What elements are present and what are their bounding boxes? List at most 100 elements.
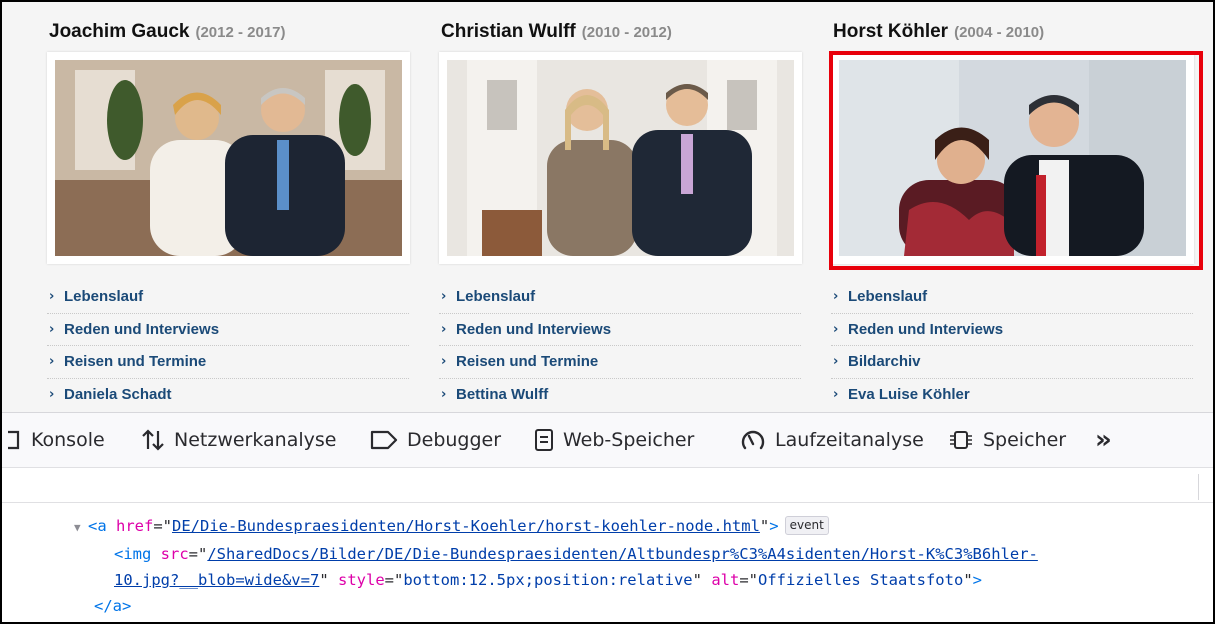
attr-name: alt <box>711 571 740 589</box>
tag-open: <a <box>88 517 107 535</box>
link-label[interactable]: Bettina Wulff <box>456 386 548 403</box>
president-name[interactable]: Christian Wulff <box>441 21 576 42</box>
president-heading: Joachim Gauck (2012 - 2017) <box>49 21 286 43</box>
chevron-right-icon: › <box>441 354 447 370</box>
markup-node-img-continued[interactable]: 10.jpg?__blob=wide&v=7" style="bottom:12… <box>2 567 1213 593</box>
president-links: › Lebenslauf › Reden und Interviews › Reise… <box>439 281 801 411</box>
link-label[interactable]: Reisen und Termine <box>456 353 598 370</box>
attr-value: bottom:12.5px;position:relative <box>403 571 693 589</box>
president-name[interactable]: Horst Köhler <box>833 21 948 42</box>
markup-node-a[interactable]: ▼ <a href="DE/Die-Bundespraesidenten/Hors… <box>2 513 1213 541</box>
screenshot-frame: Joachim Gauck (2012 - 2017) › Lebenslauf… <box>0 0 1215 624</box>
tab-performance[interactable]: Laufzeitanalyse <box>740 413 924 467</box>
president-years: (2012 - 2017) <box>195 24 286 41</box>
link-reden-und-interviews[interactable]: › Reden und Interviews <box>439 314 801 346</box>
double-chevron-right-icon: » <box>1095 425 1112 455</box>
official-photo[interactable] <box>55 60 402 256</box>
link-label[interactable]: Lebenslauf <box>64 288 143 305</box>
markup-node-img[interactable]: <img src="/SharedDocs/Bilder/DE/Die-Bund… <box>2 541 1213 567</box>
president-years: (2010 - 2012) <box>581 24 672 41</box>
official-photo[interactable] <box>447 60 794 256</box>
chevron-right-icon: › <box>833 289 839 305</box>
link-reden-und-interviews[interactable]: › Reden und Interviews <box>47 314 409 346</box>
tab-console[interactable]: Konsole <box>8 413 105 467</box>
chevron-right-icon: › <box>49 289 55 305</box>
chevron-right-icon: › <box>441 289 447 305</box>
attr-name: src <box>160 545 189 563</box>
link-lebenslauf[interactable]: › Lebenslauf <box>831 281 1193 314</box>
president-links: › Lebenslauf › Reden und Interviews › Bilda… <box>831 281 1193 411</box>
expand-triangle-icon[interactable]: ▼ <box>74 515 88 541</box>
tab-label: Speicher <box>983 429 1067 451</box>
chevron-right-icon: › <box>49 387 55 403</box>
attr-name: href <box>116 517 154 535</box>
console-icon <box>8 430 22 450</box>
attr-value-link[interactable]: 10.jpg?__blob=wide&v=7 <box>114 571 319 589</box>
link-label[interactable]: Daniela Schadt <box>64 386 172 403</box>
event-badge[interactable]: event <box>784 516 829 535</box>
link-label[interactable]: Eva Luise Köhler <box>848 386 970 403</box>
official-photo-image <box>447 60 794 256</box>
markup-node-a-close[interactable]: </a> <box>2 593 1213 619</box>
tab-label: Laufzeitanalyse <box>775 429 924 451</box>
chevron-right-icon: › <box>441 387 447 403</box>
link-label[interactable]: Reden und Interviews <box>848 321 1003 338</box>
link-lebenslauf[interactable]: › Lebenslauf <box>47 281 409 314</box>
tab-debugger[interactable]: Debugger <box>370 413 501 467</box>
chevron-right-icon: › <box>49 354 55 370</box>
official-photo-image <box>55 60 402 256</box>
storage-icon <box>534 428 554 452</box>
inspector-panel: ▼ <a href="DE/Die-Bundespraesidenten/Hors… <box>2 469 1213 622</box>
attr-name: style <box>338 571 385 589</box>
president-years: (2004 - 2010) <box>954 24 1045 41</box>
attr-value-link[interactable]: DE/Die-Bundespraesidenten/Horst-Koehler/… <box>172 517 760 535</box>
chevron-right-icon: › <box>833 387 839 403</box>
attr-value-link[interactable]: /SharedDocs/Bilder/DE/Die-Bundespraeside… <box>207 545 1038 563</box>
link-partner[interactable]: › Daniela Schadt <box>47 379 409 412</box>
link-partner[interactable]: › Bettina Wulff <box>439 379 801 412</box>
inspector-search-bar[interactable] <box>2 469 1213 503</box>
network-arrows-icon <box>141 428 165 452</box>
chevron-right-icon: › <box>833 321 839 337</box>
chevron-right-icon: › <box>49 321 55 337</box>
tab-label: Debugger <box>407 429 502 451</box>
link-label[interactable]: Reden und Interviews <box>64 321 219 338</box>
president-name[interactable]: Joachim Gauck <box>49 21 189 42</box>
president-heading: Horst Köhler (2004 - 2010) <box>833 21 1044 43</box>
president-links: › Lebenslauf › Reden und Interviews › Reise… <box>47 281 409 411</box>
chevron-right-icon: › <box>833 354 839 370</box>
web-page: Joachim Gauck (2012 - 2017) › Lebenslauf… <box>2 2 1213 412</box>
link-partner[interactable]: › Eva Luise Köhler <box>831 379 1193 412</box>
link-reden-und-interviews[interactable]: › Reden und Interviews <box>831 314 1193 346</box>
link-bildarchiv[interactable]: › Bildarchiv <box>831 346 1193 379</box>
debugger-icon <box>370 430 398 450</box>
markup-view: ▼ <a href="DE/Die-Bundespraesidenten/Hors… <box>2 513 1213 619</box>
link-lebenslauf[interactable]: › Lebenslauf <box>439 281 801 314</box>
tab-memory[interactable]: Speicher <box>948 413 1066 467</box>
divider <box>1198 474 1199 500</box>
element-highlight-box <box>829 51 1203 270</box>
link-label[interactable]: Lebenslauf <box>848 288 927 305</box>
tab-label: Netzwerkanalyse <box>174 429 337 451</box>
chevron-right-icon: › <box>441 321 447 337</box>
link-reisen-und-termine[interactable]: › Reisen und Termine <box>439 346 801 379</box>
president-heading: Christian Wulff (2010 - 2012) <box>441 21 672 43</box>
link-reisen-und-termine[interactable]: › Reisen und Termine <box>47 346 409 379</box>
tab-network[interactable]: Netzwerkanalyse <box>141 413 336 467</box>
link-label[interactable]: Bildarchiv <box>848 353 921 370</box>
tab-label: Web-Speicher <box>563 429 695 451</box>
link-label[interactable]: Reisen und Termine <box>64 353 206 370</box>
tag-close: </a> <box>94 597 132 615</box>
attr-value: Offizielles Staatsfoto <box>758 571 964 589</box>
tag-open: <img <box>114 545 152 563</box>
link-label[interactable]: Reden und Interviews <box>456 321 611 338</box>
photo-card[interactable] <box>47 52 410 264</box>
tab-label: Konsole <box>31 429 105 451</box>
link-label[interactable]: Lebenslauf <box>456 288 535 305</box>
gauge-icon <box>740 428 766 452</box>
memory-chip-icon <box>948 428 974 452</box>
tab-storage[interactable]: Web-Speicher <box>534 413 694 467</box>
devtools-toolbar: Konsole Netzwerkanalyse Debugger Web-Spe… <box>2 412 1213 468</box>
photo-card[interactable] <box>439 52 802 264</box>
more-tabs-button[interactable]: » <box>1095 413 1112 467</box>
